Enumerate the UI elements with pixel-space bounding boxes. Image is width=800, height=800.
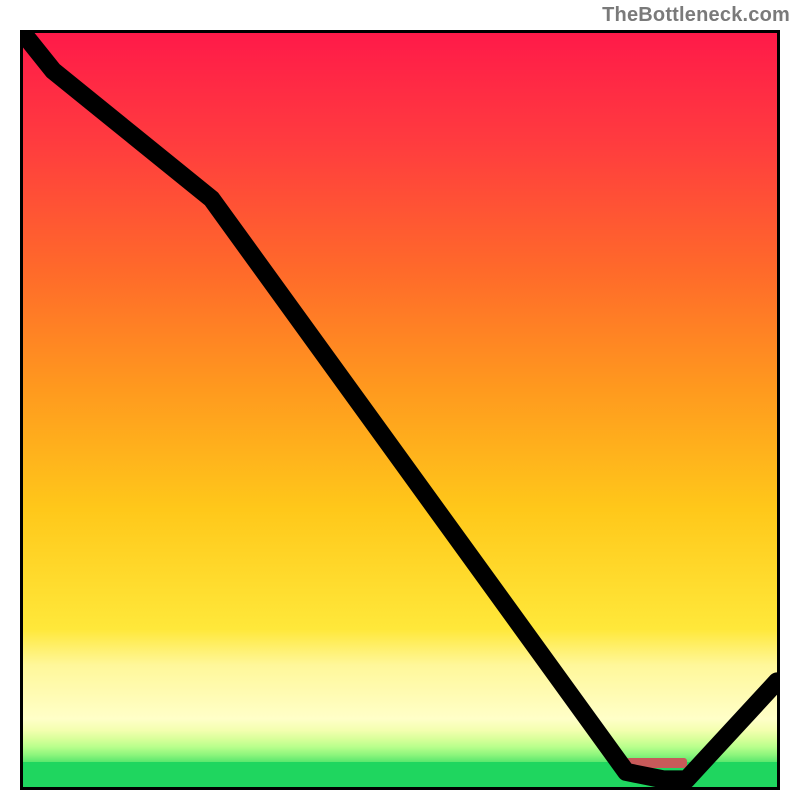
chart-canvas: TheBottleneck.com bbox=[0, 0, 800, 800]
bottleneck-curve bbox=[23, 33, 777, 787]
curve-path bbox=[23, 33, 777, 779]
plot-area bbox=[20, 30, 780, 790]
watermark-text: TheBottleneck.com bbox=[602, 4, 790, 27]
